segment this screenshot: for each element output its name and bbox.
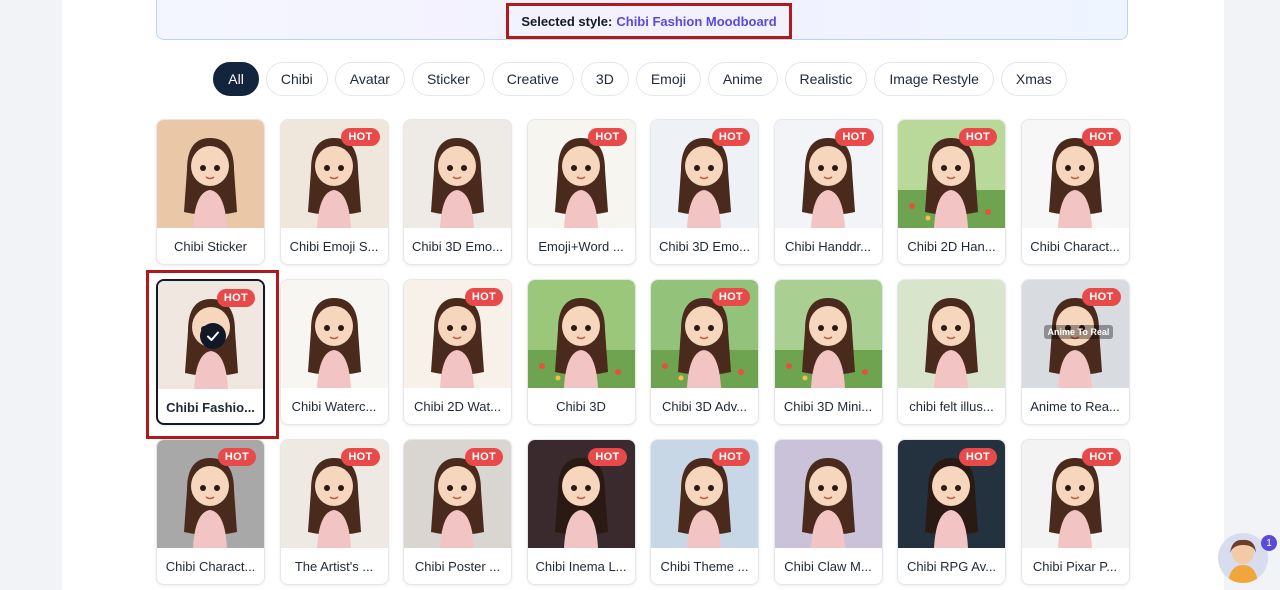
filter-chip-avatar[interactable]: Avatar [334,62,405,96]
style-card[interactable]: HOT Chibi Theme ... [650,439,759,585]
style-thumbnail [898,280,1005,388]
filter-bar: All Chibi Avatar Sticker Creative 3D Emoji Anim… [0,62,1280,98]
hot-badge: HOT [958,448,997,466]
filter-chip-image-restyle[interactable]: Image Restyle [874,62,994,96]
style-card[interactable]: HOT Chibi Pixar P... [1020,439,1130,585]
style-card-label: Chibi 2D Wat... [414,398,501,414]
hot-badge: HOT [835,128,874,146]
hot-badge: HOT [464,288,503,306]
style-thumbnail [404,120,511,228]
style-card[interactable]: HOT Chibi Charact... [1020,119,1130,265]
filter-chip-chibi[interactable]: Chibi [265,62,328,96]
style-card-label: Chibi Fashio... [166,399,255,415]
filter-chip-all[interactable]: All [213,62,259,96]
style-card[interactable]: HOT Chibi Emoji S... [279,119,389,265]
style-card-label: Chibi 3D [556,398,606,414]
style-card[interactable]: Chibi Sticker [156,119,265,265]
style-card-label: Chibi 2D Han... [907,238,996,254]
hot-badge: HOT [711,128,750,146]
style-card[interactable]: Chibi Claw M... [773,439,883,585]
style-card-label: chibi felt illus... [909,398,994,414]
hot-badge: HOT [711,448,750,466]
hot-badge: HOT [341,128,380,146]
checkmark-icon [200,323,226,349]
style-card-label: Chibi Waterc... [291,398,377,414]
style-card[interactable]: Anime To Real HOT Anime to Rea... [1020,279,1130,425]
hot-badge: HOT [341,448,380,466]
style-card[interactable]: Chibi 3D Mini... [773,279,883,425]
style-card[interactable]: HOT Chibi 3D Emo... [650,119,759,265]
selected-style-value: Chibi Fashion Moodboard [616,13,777,29]
filter-chip-xmas[interactable]: Xmas [1000,62,1067,96]
style-card-label: Chibi Handdr... [785,238,871,254]
style-card[interactable]: HOT Chibi Fashio... [156,279,265,425]
style-grid: Chibi Sticker HOT Chibi Emoji S... Chibi 3D… [156,119,1130,585]
hot-badge: HOT [711,288,750,306]
style-card[interactable]: HOT Chibi RPG Av... [897,439,1006,585]
style-card[interactable]: Chibi 3D [526,279,636,425]
hot-badge: HOT [1082,128,1121,146]
style-thumbnail [774,280,882,388]
style-card[interactable]: Chibi 3D Emo... [403,119,512,265]
style-card-label: Chibi RPG Av... [906,558,997,574]
style-card[interactable]: HOT Chibi Inema L... [526,439,636,585]
filter-chip-3d[interactable]: 3D [580,62,629,96]
style-card[interactable]: HOT Chibi 3D Adv... [650,279,759,425]
style-card-label: Chibi Emoji S... [289,238,379,254]
style-card[interactable]: chibi felt illus... [897,279,1006,425]
style-card-label: Chibi Poster ... [414,558,501,574]
hot-badge: HOT [217,448,256,466]
style-card[interactable]: HOT Chibi 2D Wat... [403,279,512,425]
style-card-label: Emoji+Word ... [538,238,624,254]
style-thumbnail [280,280,388,388]
style-card[interactable]: Chibi Waterc... [279,279,389,425]
hot-badge: HOT [1082,448,1121,466]
filter-chip-realistic[interactable]: Realistic [784,62,868,96]
style-card-label: Anime to Rea... [1030,398,1120,414]
hot-badge: HOT [958,128,997,146]
style-thumbnail [527,280,635,388]
style-card[interactable]: HOT Chibi Handdr... [773,119,883,265]
style-card-label: Chibi 3D Emo... [658,238,751,254]
filter-chip-anime[interactable]: Anime [707,62,778,96]
style-card-label: Chibi 3D Emo... [411,238,504,254]
notification-badge: 1 [1261,535,1277,551]
selected-style-prefix: Selected style: [521,13,613,29]
style-card[interactable]: HOT The Artist's ... [279,439,389,585]
style-card[interactable]: HOT Chibi 2D Han... [897,119,1006,265]
style-card-label: Chibi 3D Adv... [661,398,748,414]
style-card[interactable]: HOT Emoji+Word ... [526,119,636,265]
style-card-label: Chibi Theme ... [660,558,749,574]
filter-chip-sticker[interactable]: Sticker [411,62,485,96]
style-card-label: Chibi Inema L... [535,558,627,574]
hot-badge: HOT [1082,288,1121,306]
style-thumbnail [774,440,882,548]
style-card-label: Chibi Charact... [1030,238,1120,254]
hot-badge: HOT [464,448,503,466]
style-card-label: Chibi Sticker [174,238,247,254]
style-card[interactable]: HOT Chibi Charact... [156,439,265,585]
hot-badge: HOT [588,128,627,146]
filter-chip-emoji[interactable]: Emoji [635,62,701,96]
style-card[interactable]: HOT Chibi Poster ... [403,439,512,585]
hot-badge: HOT [588,448,627,466]
style-card-label: Chibi Pixar P... [1032,558,1118,574]
style-card-label: The Artist's ... [294,558,374,574]
style-card-label: Chibi Charact... [165,558,256,574]
style-card-label: Chibi 3D Mini... [783,398,873,414]
hot-badge: HOT [216,289,255,307]
style-thumbnail [157,120,264,228]
filter-chip-creative[interactable]: Creative [491,62,574,96]
selected-style-text: Selected style: Chibi Fashion Moodboard [506,3,792,39]
style-card-label: Chibi Claw M... [784,558,872,574]
thumbnail-overlay-text: Anime To Real [1043,325,1114,339]
